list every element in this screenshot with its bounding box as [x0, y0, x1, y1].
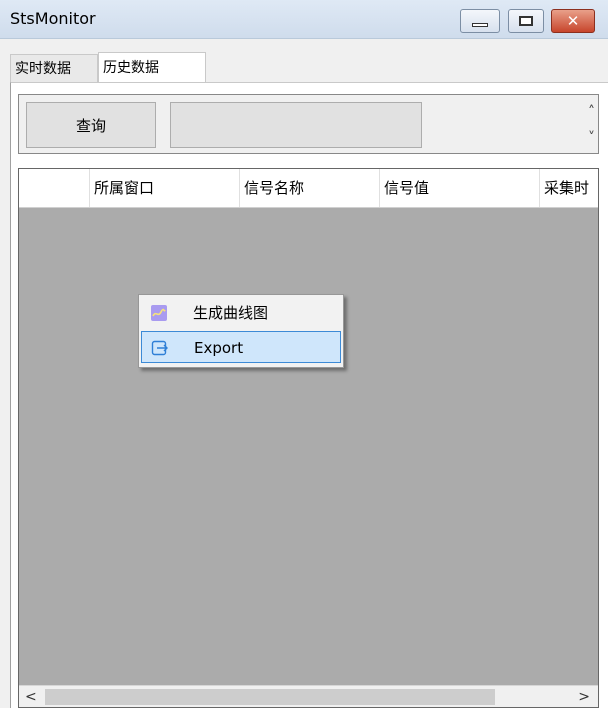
column-header-collect-time[interactable]: 采集时 [539, 169, 598, 207]
query-button[interactable]: 查询 [26, 102, 156, 148]
window-title: StsMonitor [10, 9, 96, 28]
column-header-signal-name[interactable]: 信号名称 [239, 169, 379, 207]
grid-header: 所属窗口 信号名称 信号值 采集时 [19, 169, 598, 208]
menu-item-label: 生成曲线图 [193, 304, 269, 322]
app-window: StsMonitor ✕ 实时数据 历史数据 查询 ˄ ˅ 所属窗口 信号名称 … [0, 0, 608, 708]
menu-item-label: Export [194, 339, 244, 357]
tab-realtime-data[interactable]: 实时数据 [10, 54, 98, 82]
minimize-button[interactable] [460, 9, 500, 33]
column-header-row-selector[interactable] [19, 169, 89, 207]
title-bar: StsMonitor ✕ [0, 0, 608, 39]
minimize-icon [472, 23, 488, 27]
scroll-down-icon[interactable]: ˅ [588, 130, 595, 146]
context-menu: 生成曲线图 Export [138, 294, 344, 368]
scroll-up-icon[interactable]: ˄ [588, 104, 595, 120]
data-grid[interactable]: 所属窗口 信号名称 信号值 采集时 < > [18, 168, 599, 708]
column-header-window[interactable]: 所属窗口 [89, 169, 239, 207]
tab-history-data[interactable]: 历史数据 [98, 52, 206, 82]
export-icon [150, 338, 170, 358]
scroll-left-icon[interactable]: < [25, 686, 37, 707]
maximize-button[interactable] [508, 9, 544, 33]
scroll-right-icon[interactable]: > [578, 686, 590, 707]
column-header-signal-value[interactable]: 信号值 [379, 169, 539, 207]
maximize-icon [519, 16, 533, 26]
menu-item-export[interactable]: Export [141, 331, 341, 363]
chart-icon [149, 303, 169, 323]
close-icon: ✕ [566, 12, 580, 30]
menu-item-generate-chart[interactable]: 生成曲线图 [141, 297, 341, 329]
horizontal-scrollbar[interactable]: < > [19, 685, 598, 707]
scrollbar-thumb[interactable] [45, 689, 495, 705]
query-input[interactable] [170, 102, 422, 148]
close-button[interactable]: ✕ [551, 9, 595, 33]
